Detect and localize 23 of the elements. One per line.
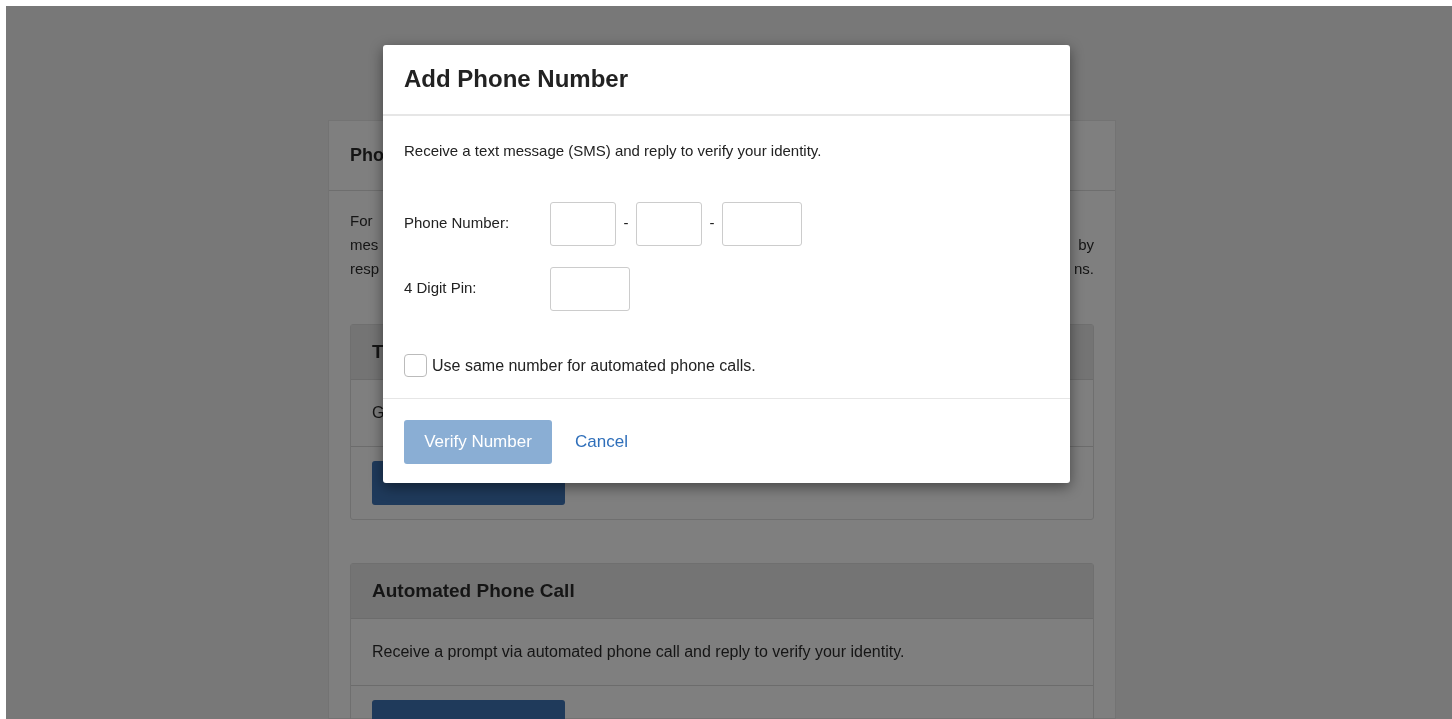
intro-text: resp xyxy=(350,259,380,279)
card-heading: T xyxy=(372,339,384,364)
checkbox[interactable] xyxy=(404,354,427,377)
modal-title: Add Phone Number xyxy=(404,65,628,94)
separator-text: - xyxy=(622,213,630,234)
intro-text: For xyxy=(350,211,373,231)
card-text: G xyxy=(372,403,385,423)
field-label: 4 Digit Pin: xyxy=(404,278,478,299)
card-heading: Automated Phone Call xyxy=(372,578,575,603)
cancel-link[interactable]: Cancel xyxy=(575,428,628,455)
intro-text: mes xyxy=(350,235,379,255)
card-text: Receive a prompt via automated phone call and reply to verify your identity. xyxy=(372,642,905,662)
panel-heading: Pho xyxy=(350,144,384,167)
intro-text: by xyxy=(1078,235,1094,255)
checkbox-label: Use same number for automated phone calls. xyxy=(432,355,756,376)
intro-text: ns. xyxy=(1074,259,1094,279)
separator-text: - xyxy=(708,213,716,234)
description-text: Receive a text message (SMS) and reply to verify your identity. xyxy=(404,141,823,161)
field-label: Phone Number: xyxy=(404,213,511,234)
phone-input[interactable] xyxy=(722,201,802,246)
pin-input[interactable] xyxy=(550,266,630,311)
phone-input[interactable] xyxy=(550,201,616,246)
phone-input[interactable] xyxy=(636,201,702,246)
